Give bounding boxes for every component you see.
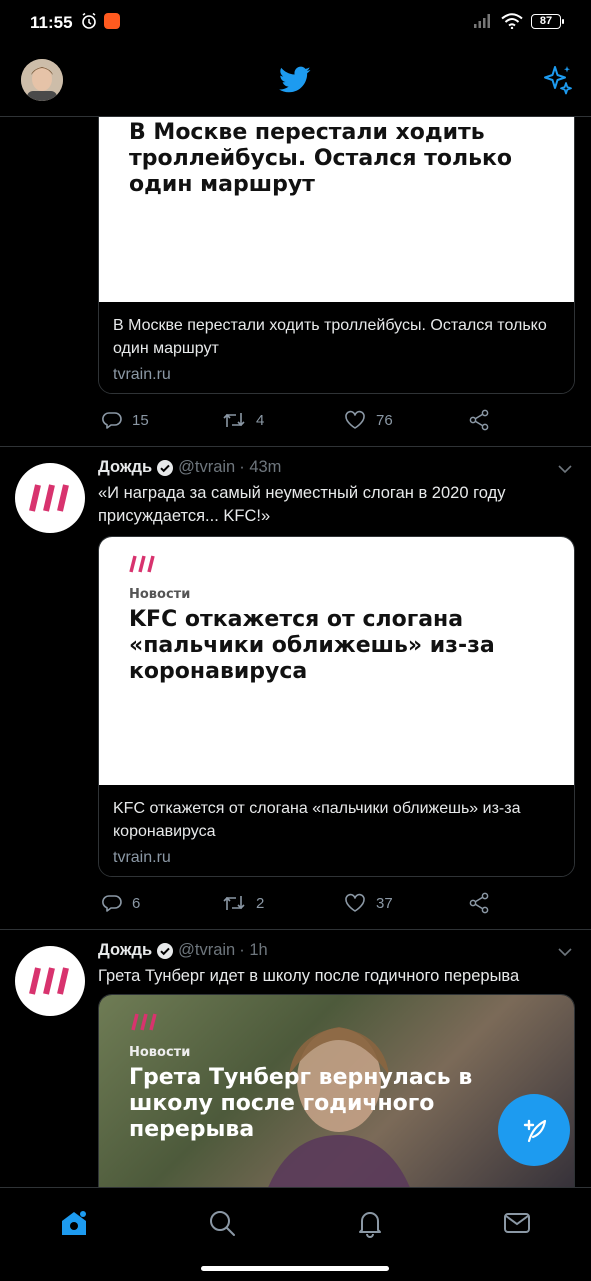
- share-button[interactable]: [468, 892, 490, 914]
- heart-icon: [345, 893, 365, 912]
- card-headline: Грета Тунберг вернулась в школу после го…: [129, 1065, 473, 1142]
- card-title: В Москве перестали ходить троллейбусы. О…: [113, 317, 547, 357]
- author-name[interactable]: Дождь: [98, 941, 152, 960]
- tvrain-logo-icon: [29, 967, 69, 995]
- status-time: 11:55: [30, 13, 73, 32]
- share-icon: [469, 892, 489, 914]
- compose-tweet-button[interactable]: [498, 1094, 570, 1166]
- profile-avatar[interactable]: [21, 59, 63, 101]
- tweet-header: Дождь @tvrain · 1h: [98, 941, 268, 960]
- tvrain-logo-icon: [131, 1013, 157, 1031]
- status-bar: 11:55 87: [0, 0, 591, 46]
- home-icon: [62, 1211, 86, 1235]
- reply-count: 15: [132, 411, 149, 429]
- twitter-logo-icon[interactable]: [279, 66, 311, 94]
- retweet-icon: [223, 896, 245, 910]
- card-headline: В Москве перестали ходить троллейбусы. О…: [129, 120, 513, 197]
- tvrain-avatar[interactable]: [15, 463, 85, 533]
- nav-messages[interactable]: [502, 1208, 532, 1238]
- card-domain: tvrain.ru: [113, 366, 171, 383]
- verified-badge-icon: [157, 942, 174, 959]
- tweet-text: «И награда за самый неуместный слоган в …: [98, 484, 506, 525]
- tweet-text: Грета Тунберг идет в школу после годично…: [98, 967, 520, 985]
- author-handle[interactable]: @tvrain: [178, 941, 235, 960]
- share-button[interactable]: [468, 409, 490, 431]
- tvrain-avatar[interactable]: [15, 946, 85, 1016]
- reply-button[interactable]: 15: [102, 410, 149, 430]
- feather-plus-icon: [523, 1119, 547, 1143]
- author-handle[interactable]: @tvrain: [178, 458, 235, 477]
- mail-icon: [504, 1213, 530, 1233]
- heart-icon: [345, 410, 365, 429]
- link-card[interactable]: Новости Грета Тунберг вернулась в школу …: [98, 994, 575, 1187]
- reply-icon: [102, 412, 122, 429]
- verified-badge-icon: [157, 459, 174, 476]
- tvrain-logo-icon: [29, 484, 69, 512]
- author-name[interactable]: Дождь: [98, 458, 152, 477]
- card-image: В Москве перестали ходить троллейбусы. О…: [99, 117, 574, 302]
- sparkle-icon[interactable]: [541, 63, 575, 97]
- card-image: Новости Грета Тунберг вернулась в школу …: [99, 995, 574, 1187]
- app-notification-icon: [104, 13, 120, 29]
- nav-search[interactable]: [207, 1208, 237, 1238]
- nav-home[interactable]: [59, 1208, 89, 1238]
- like-count: 76: [376, 411, 393, 429]
- link-card[interactable]: Новости KFC откажется от слогана «пальчи…: [98, 536, 575, 877]
- reply-count: 6: [132, 894, 141, 912]
- share-icon: [469, 409, 489, 431]
- tweet-actions: 15 4 76: [98, 405, 498, 435]
- tweet-divider: [0, 929, 591, 930]
- card-image: Новости KFC откажется от слогана «пальчи…: [99, 537, 574, 785]
- nav-notifications[interactable]: [355, 1208, 385, 1238]
- like-button[interactable]: 76: [344, 410, 393, 430]
- retweet-count: 4: [256, 411, 265, 429]
- tweet-actions: 6 2 37: [98, 888, 498, 918]
- retweet-button[interactable]: 2: [222, 893, 264, 913]
- tweet-divider: [0, 446, 591, 447]
- retweet-icon: [223, 413, 245, 427]
- home-indicator[interactable]: [201, 1266, 389, 1271]
- tweet-header: Дождь @tvrain · 43m: [98, 458, 281, 477]
- tvrain-logo-icon: [129, 555, 155, 573]
- bell-icon: [359, 1212, 381, 1238]
- card-title: KFC откажется от слогана «пальчики оближ…: [113, 800, 521, 840]
- top-bar: [0, 46, 591, 117]
- battery-level: 87: [539, 15, 553, 27]
- card-domain: tvrain.ru: [113, 849, 171, 866]
- card-kicker: Новости: [129, 587, 191, 602]
- like-button[interactable]: 37: [344, 893, 393, 913]
- card-headline: KFC откажется от слогана «пальчики оближ…: [129, 607, 495, 684]
- reply-icon: [102, 895, 122, 912]
- tweet-time: · 1h: [239, 941, 268, 959]
- like-count: 37: [376, 894, 393, 912]
- chevron-down-icon[interactable]: [557, 461, 573, 477]
- wifi-icon: [501, 13, 523, 29]
- alarm-icon: [82, 12, 96, 29]
- retweet-count: 2: [256, 894, 265, 912]
- timeline-feed[interactable]: В Москве перестали ходить троллейбусы. О…: [0, 117, 591, 1187]
- retweet-button[interactable]: 4: [222, 410, 264, 430]
- tweet-time: · 43m: [239, 458, 282, 476]
- reply-button[interactable]: 6: [102, 893, 140, 913]
- chevron-down-icon[interactable]: [557, 944, 573, 960]
- battery-icon: 87: [531, 13, 564, 29]
- search-icon: [210, 1211, 235, 1236]
- card-kicker: Новости: [129, 1045, 191, 1060]
- link-card[interactable]: В Москве перестали ходить троллейбусы. О…: [98, 117, 575, 394]
- signal-icon: [474, 14, 490, 28]
